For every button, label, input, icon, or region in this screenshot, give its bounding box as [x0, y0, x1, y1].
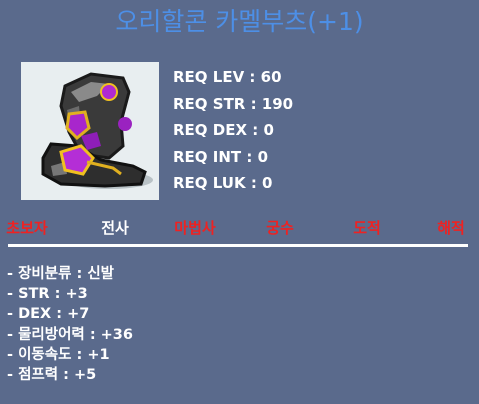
stat-dex: - DEX : +7 — [7, 306, 90, 323]
divider — [8, 244, 468, 247]
item-name: 오리할콘 카멜부츠(+1) — [115, 7, 364, 36]
stat-category: - 장비분류 : 신발 — [7, 266, 115, 282]
job-thief: 도적 — [353, 219, 381, 237]
item-stats: - 장비분류 : 신발 - STR : +3 - DEX : +7 - 물리방어… — [7, 264, 133, 385]
job-magician: 마법사 — [174, 219, 216, 237]
job-restrictions: 초보자 전사 마법사 궁수 도적 해적 — [0, 217, 479, 239]
stat-weapon-defense: - 물리방어력 : +36 — [7, 326, 133, 343]
stat-jump: - 점프력 : +5 — [7, 367, 97, 384]
item-icon-frame — [21, 62, 159, 200]
req-int: REQ INT : 0 — [173, 147, 269, 166]
requirements-list: REQ LEV : 60 REQ STR : 190 REQ DEX : 0 R… — [173, 64, 293, 197]
stat-str: - STR : +3 — [7, 286, 88, 303]
job-warrior: 전사 — [101, 219, 129, 237]
req-str: REQ STR : 190 — [173, 94, 294, 113]
req-luk: REQ LUK : 0 — [173, 174, 273, 192]
stat-speed: - 이동속도 : +1 — [7, 346, 110, 363]
req-level: REQ LEV : 60 — [173, 68, 282, 86]
job-beginner: 초보자 — [6, 219, 48, 237]
job-archer: 궁수 — [266, 219, 294, 237]
purple-boots-icon — [41, 72, 153, 189]
req-dex: REQ DEX : 0 — [173, 121, 274, 139]
job-pirate: 해적 — [437, 219, 465, 237]
